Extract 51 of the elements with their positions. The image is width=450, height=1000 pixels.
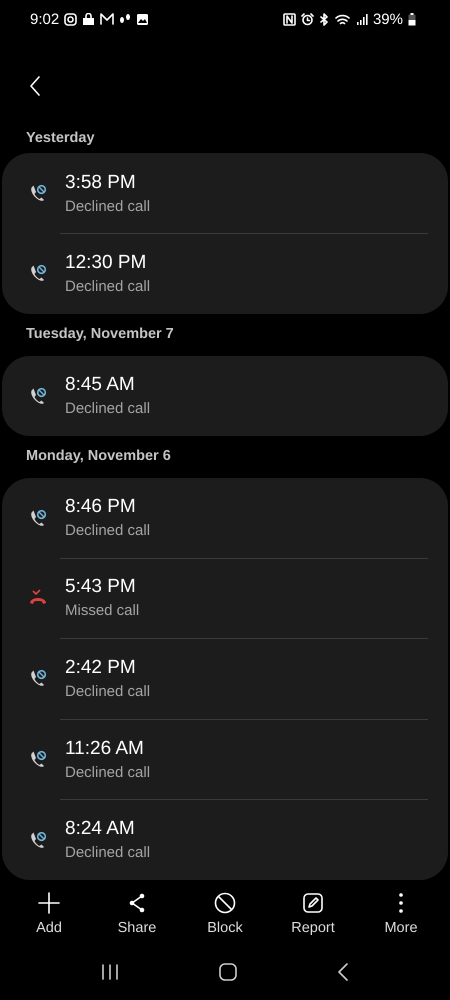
block-icon [214, 892, 236, 914]
action-button[interactable]: Add [9, 892, 89, 950]
image-icon [136, 12, 150, 26]
signal-icon [356, 12, 368, 26]
call-time: 8:46 PM [65, 496, 137, 518]
call-type: Declined call [65, 400, 150, 418]
call-time: 11:26 AM [65, 738, 145, 760]
call-type: Declined call [65, 844, 150, 862]
declined-call-icon [28, 750, 46, 768]
more-icon [398, 892, 404, 914]
date-header: Tuesday, November 7 [26, 326, 174, 342]
call-type: Declined call [65, 764, 150, 781]
declined-call-icon [28, 386, 46, 405]
camera-icon [64, 12, 78, 26]
home-button[interactable] [219, 963, 237, 981]
bluetooth-icon [318, 12, 330, 26]
battery-percent: 39% [372, 10, 403, 28]
declined-call-icon [28, 184, 46, 202]
date-header: Yesterday [26, 130, 95, 146]
wifi-icon [334, 12, 351, 26]
call-time: 3:58 PM [65, 172, 137, 194]
action-button[interactable]: Report [273, 892, 353, 950]
call-time: 8:24 AM [65, 818, 136, 840]
nfc-icon [282, 12, 296, 26]
alarm-icon [300, 12, 314, 26]
call-time: 2:42 PM [65, 656, 137, 679]
action-button[interactable]: Share [97, 892, 177, 950]
call-time: 5:43 PM [65, 576, 137, 598]
action-button[interactable]: Block [185, 892, 265, 950]
declined-call-icon [28, 830, 46, 849]
status-time: 9:02 [30, 10, 60, 28]
mail-icon [100, 13, 114, 25]
call-type: Declined call [65, 682, 150, 700]
declined-call-icon [28, 508, 46, 527]
date-header: Monday, November 6 [26, 448, 171, 464]
declined-call-icon [28, 264, 46, 282]
call-type: Declined call [65, 278, 150, 295]
battery-icon [408, 12, 416, 26]
call-time: 8:45 AM [65, 374, 136, 396]
call-time: 12:30 PM [65, 252, 148, 274]
missed-call-icon [28, 588, 48, 607]
declined-call-icon [28, 669, 46, 688]
edit-icon [302, 892, 324, 914]
call-type: Declined call [65, 198, 150, 214]
add-icon [38, 892, 60, 914]
share-icon [128, 892, 146, 914]
recent-apps-button[interactable] [101, 964, 119, 980]
call-type: Declined call [65, 522, 150, 540]
call-type: Missed call [65, 602, 140, 620]
action-button[interactable]: More [361, 892, 441, 950]
back-button[interactable] [337, 963, 349, 981]
